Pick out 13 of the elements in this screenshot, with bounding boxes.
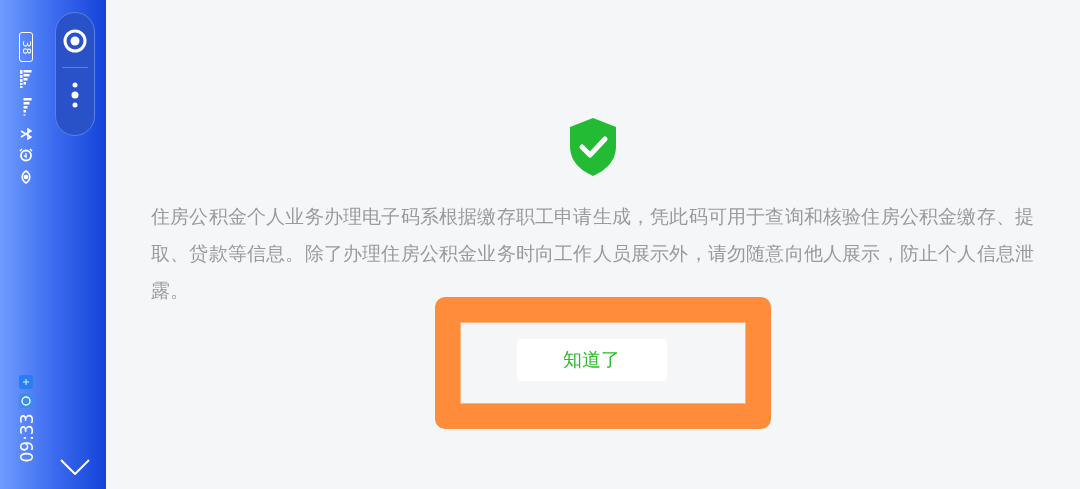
more-icon[interactable] <box>70 82 79 108</box>
battery-icon: 38 <box>19 32 33 62</box>
confirm-button[interactable]: 知道了 <box>516 339 667 381</box>
eye-icon <box>19 170 33 184</box>
bluetooth-icon <box>20 128 32 140</box>
app-notification-icon <box>19 394 33 408</box>
signal-icon <box>20 70 32 90</box>
chevron-down-icon[interactable] <box>59 459 90 475</box>
notice-text: 住房公积金个人业务办理电子码系根据缴存职工申请生成，凭此码可用于查询和核验住房公积金缴存、提取、贷款等信息。除了办理住房公积金业务时向工作人员展示外，请勿随意向他人展示，防止个人信息泄露。 <box>151 204 1035 303</box>
shield-check-icon <box>570 118 616 176</box>
clock-time: 09:33 <box>16 413 36 463</box>
alarm-icon <box>19 148 33 162</box>
app-notification-icon <box>19 375 33 389</box>
